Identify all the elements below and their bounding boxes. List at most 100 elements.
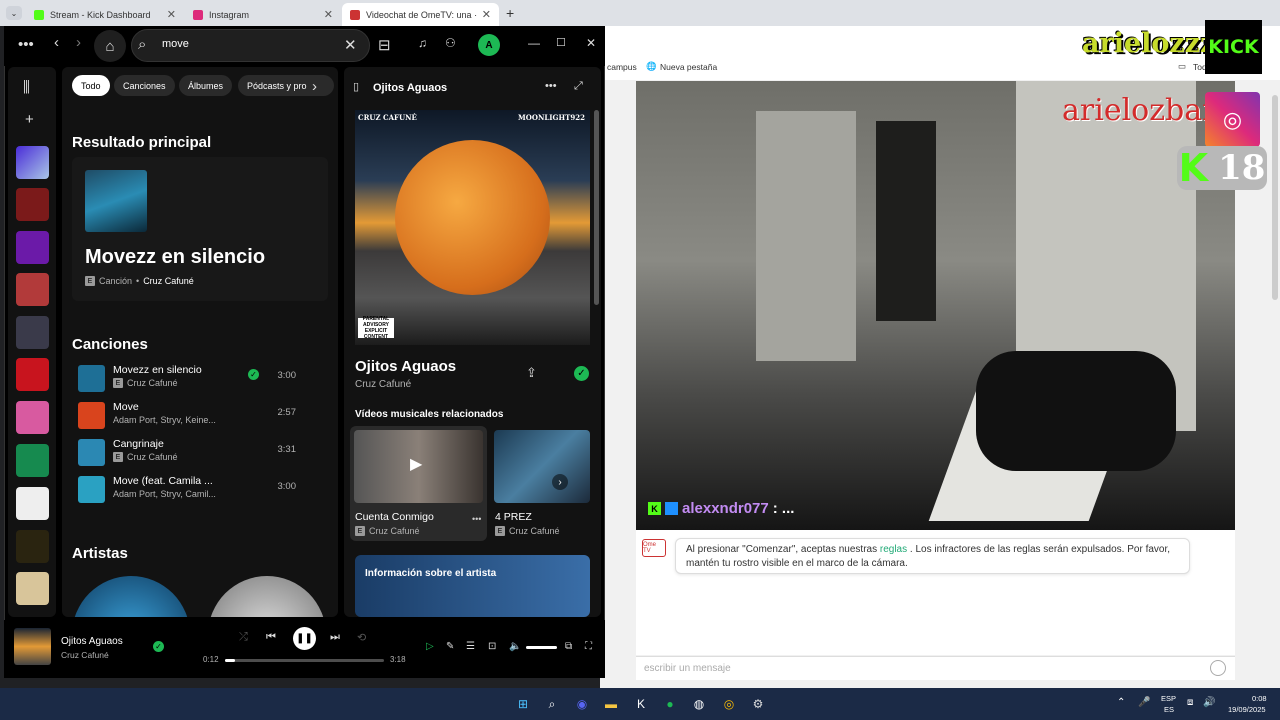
windows-start-icon[interactable]: ⊞ xyxy=(512,693,534,715)
new-tab-button[interactable]: + xyxy=(506,5,514,21)
tab-search-icon[interactable]: ⌄ xyxy=(6,6,22,20)
shuffle-icon[interactable]: ⤮ xyxy=(239,631,248,644)
library-item[interactable] xyxy=(16,572,49,605)
library-item[interactable] xyxy=(16,316,49,349)
more-icon[interactable]: ••• xyxy=(472,514,481,524)
plus-icon[interactable]: + xyxy=(25,111,34,128)
chip-albums[interactable]: Álbumes xyxy=(179,75,233,96)
chevron-right-icon[interactable]: › xyxy=(312,78,317,95)
fullscreen-icon[interactable]: ⛶ xyxy=(585,641,592,652)
search-input[interactable]: move xyxy=(162,38,189,50)
track-artist[interactable]: Cruz Cafuné xyxy=(355,379,411,390)
browse-icon[interactable]: ⊟ xyxy=(378,36,391,54)
progress-bar[interactable] xyxy=(225,659,384,662)
song-artist[interactable]: Adam Port, Stryv, Keine... xyxy=(113,415,216,425)
library-item[interactable] xyxy=(16,530,49,563)
artist-card[interactable] xyxy=(208,576,326,617)
more-options-icon[interactable]: ••• xyxy=(545,80,557,92)
chip-podcasts[interactable]: Pódcasts y pro xyxy=(238,75,334,96)
region-indicator[interactable]: ES xyxy=(1164,705,1174,714)
song-row[interactable]: Move Adam Port, Stryv, Keine... 2:57 xyxy=(78,399,318,433)
library-item[interactable] xyxy=(16,231,49,264)
panel-scrollbar[interactable] xyxy=(594,110,599,305)
more-menu-icon[interactable]: ••• xyxy=(18,36,34,53)
devices-icon[interactable]: ⊡ xyxy=(488,641,496,652)
friends-icon[interactable]: ⚇ xyxy=(445,36,456,50)
home-icon[interactable]: ⌂ xyxy=(94,30,126,62)
network-icon[interactable]: ⧈ xyxy=(1187,697,1193,708)
saved-check-icon[interactable]: ✓ xyxy=(248,369,259,380)
play-icon[interactable]: ▶ xyxy=(410,454,422,474)
saved-check-icon[interactable]: ✓ xyxy=(574,366,589,381)
forward-arrow-icon[interactable]: › xyxy=(76,34,81,51)
tab-instagram[interactable]: Instagram ✕ xyxy=(185,3,341,26)
liked-songs-icon[interactable] xyxy=(16,146,49,179)
chevron-right-icon[interactable]: › xyxy=(552,474,568,490)
artist-card[interactable] xyxy=(72,576,190,617)
file-explorer-icon[interactable]: ▬ xyxy=(600,693,622,715)
page-scrollbar[interactable] xyxy=(1272,95,1278,300)
video-card[interactable]: ▶ Cuenta Conmigo ••• E Cruz Cafuné xyxy=(350,426,487,541)
clear-search-icon[interactable]: ✕ xyxy=(344,36,357,54)
close-icon[interactable]: ✕ xyxy=(324,8,333,21)
next-icon[interactable]: ⏭ xyxy=(330,631,340,644)
library-item[interactable] xyxy=(16,401,49,434)
song-artist[interactable]: Cruz Cafuné xyxy=(127,452,178,462)
minimize-icon[interactable]: — xyxy=(528,36,540,50)
close-window-icon[interactable]: ✕ xyxy=(586,36,596,50)
lyrics-icon[interactable]: ✎ xyxy=(446,641,454,652)
top-result-artist[interactable]: Cruz Cafuné xyxy=(143,276,194,286)
tab-kick[interactable]: Stream - Kick Dashboard ✕ xyxy=(26,3,184,26)
pause-button[interactable]: ❚❚ xyxy=(293,627,316,650)
close-icon[interactable]: ✕ xyxy=(167,8,176,21)
clock-date[interactable]: 19/09/2025 xyxy=(1228,705,1266,714)
maximize-icon[interactable]: ☐ xyxy=(556,36,566,49)
bell-icon[interactable]: ♫ xyxy=(418,36,427,50)
chrome-icon[interactable]: ◎ xyxy=(718,693,740,715)
expand-icon[interactable]: ⤢ xyxy=(574,80,583,93)
repeat-icon[interactable]: ⟲ xyxy=(357,631,366,644)
clock-time[interactable]: 0:08 xyxy=(1252,694,1267,703)
queue-icon[interactable]: ☰ xyxy=(466,641,475,652)
previous-icon[interactable]: ⏮ xyxy=(266,631,276,644)
artist-info-card[interactable]: Información sobre el artista xyxy=(355,555,590,617)
spotify-icon[interactable]: ● xyxy=(659,693,681,715)
close-icon[interactable]: ✕ xyxy=(482,8,491,21)
search-icon[interactable]: ⌕ xyxy=(541,693,563,715)
chip-all[interactable]: Todo xyxy=(72,75,110,96)
emoji-icon[interactable] xyxy=(1210,660,1226,676)
message-input[interactable]: escribir un mensaje xyxy=(636,656,1235,680)
sidebar-toggle-icon[interactable]: ▯ xyxy=(353,80,359,93)
song-row[interactable]: Cangrinaje E Cruz Cafuné 3:31 xyxy=(78,436,318,470)
tab-ometv[interactable]: Videochat de OmeTV: una · ✕ xyxy=(342,3,499,26)
now-playing-cover[interactable] xyxy=(14,628,51,665)
chip-songs[interactable]: Canciones xyxy=(114,75,175,96)
library-item[interactable] xyxy=(16,487,49,520)
tray-chevron-icon[interactable]: ⌃ xyxy=(1117,697,1125,708)
share-icon[interactable]: ⇪ xyxy=(526,365,537,381)
volume-icon[interactable]: 🔈 xyxy=(509,641,521,652)
song-artist[interactable]: Cruz Cafuné xyxy=(127,378,178,388)
song-row[interactable]: Move (feat. Camila ... Adam Port, Stryv,… xyxy=(78,473,318,507)
song-row[interactable]: Movezz en silencio E Cruz Cafuné ✓ 3:00 xyxy=(78,362,318,396)
bookmark-icon[interactable] xyxy=(16,444,49,477)
miniplayer-icon[interactable]: ⧉ xyxy=(565,641,572,652)
back-arrow-icon[interactable]: ‹ xyxy=(54,34,59,51)
song-artist[interactable]: Adam Port, Stryv, Camil... xyxy=(113,489,216,499)
discord-icon[interactable]: ◉ xyxy=(571,693,593,715)
rules-link[interactable]: reglas xyxy=(880,544,907,555)
library-item[interactable] xyxy=(16,188,49,221)
kick-app-icon[interactable]: K xyxy=(630,693,652,715)
speaker-icon[interactable]: 🔊 xyxy=(1203,697,1215,708)
volume-slider[interactable] xyxy=(526,646,557,649)
bookmark-campus[interactable]: campus xyxy=(607,62,637,72)
library-item[interactable] xyxy=(16,358,49,391)
now-playing-title[interactable]: Ojitos Aguaos xyxy=(61,636,123,647)
avatar[interactable]: A xyxy=(478,34,500,56)
app-icon[interactable]: ⚙ xyxy=(747,693,769,715)
bookmark-new-tab[interactable]: Nueva pestaña xyxy=(660,62,717,72)
library-icon[interactable]: ⫼ xyxy=(23,79,30,96)
saved-check-icon[interactable]: ✓ xyxy=(153,641,164,652)
library-item[interactable] xyxy=(16,273,49,306)
now-playing-view-icon[interactable]: ▷ xyxy=(426,641,434,652)
